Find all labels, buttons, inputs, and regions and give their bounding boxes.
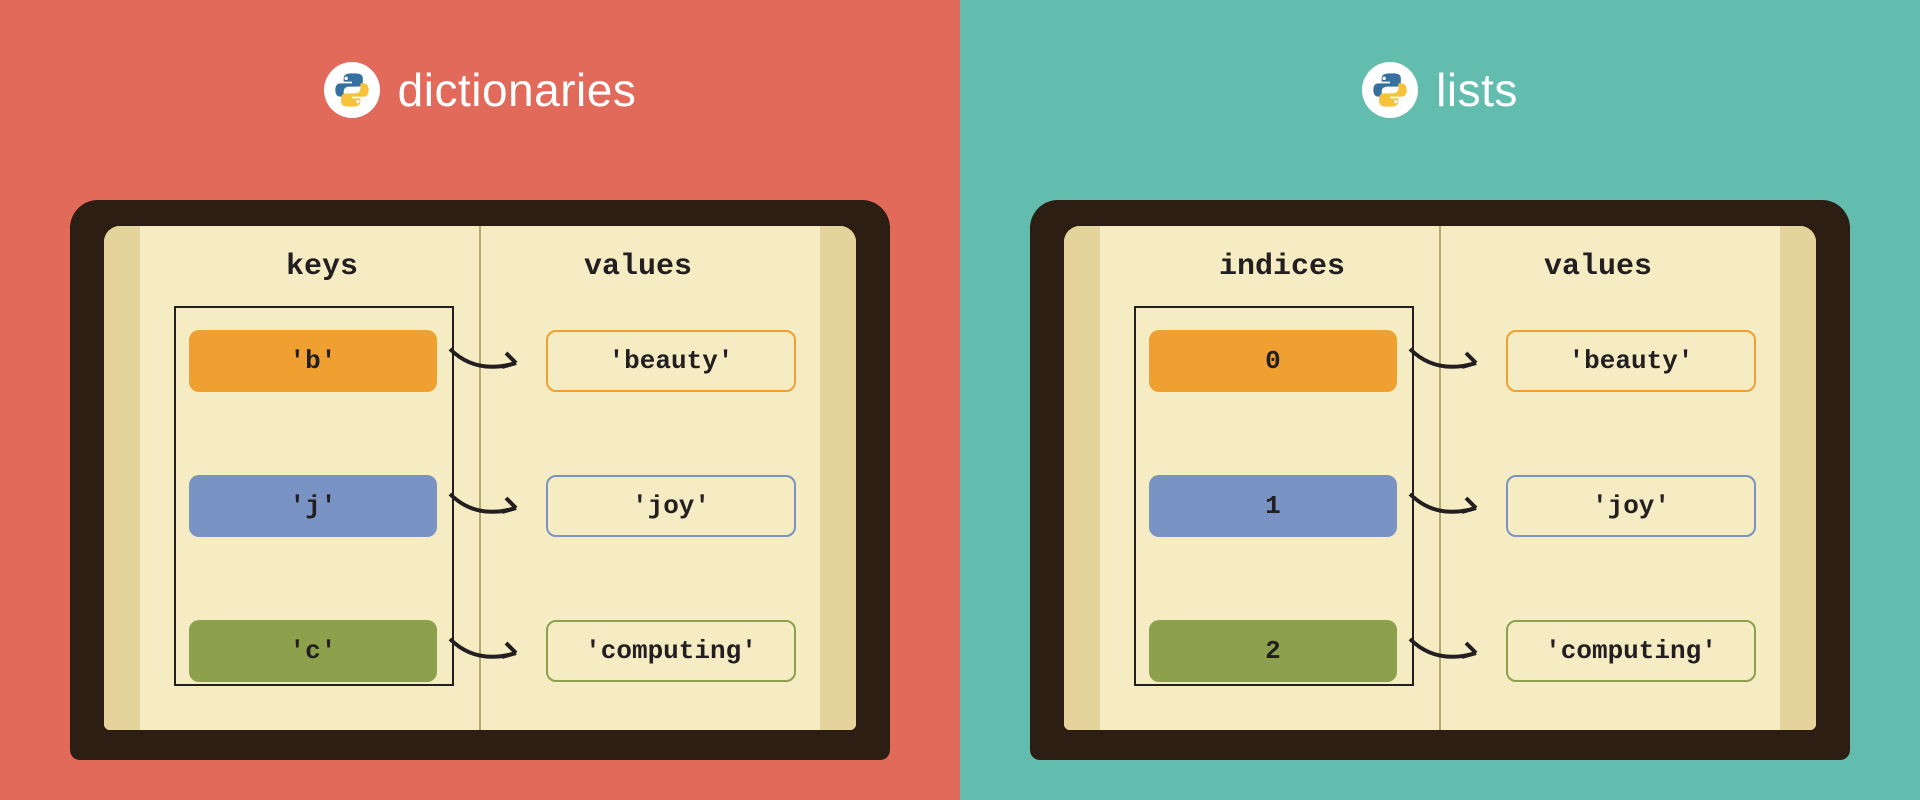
arrow-icon [1397, 631, 1506, 671]
book-illustration: keys values 'b' 'beauty' 'j' [70, 200, 890, 760]
value-chip: 'computing' [1506, 620, 1756, 682]
panel-title: dictionaries [398, 63, 637, 117]
mapping-row: 'b' 'beauty' [174, 322, 796, 400]
title-row: lists [1362, 62, 1518, 118]
column-header-values: values [1440, 250, 1756, 300]
arrow-icon [437, 341, 546, 381]
index-chip: 2 [1149, 620, 1397, 682]
key-chip: 'j' [189, 475, 437, 537]
value-chip: 'beauty' [1506, 330, 1756, 392]
index-chip: 0 [1149, 330, 1397, 392]
column-header-values: values [480, 250, 796, 300]
arrow-icon [437, 631, 546, 671]
value-chip: 'beauty' [546, 330, 796, 392]
value-chip: 'computing' [546, 620, 796, 682]
book-illustration: indices values 0 'beauty' 1 [1030, 200, 1850, 760]
diagram-root: dictionaries keys values 'b' [0, 0, 1920, 800]
python-logo-icon [1362, 62, 1418, 118]
value-chip: 'joy' [546, 475, 796, 537]
title-row: dictionaries [324, 62, 637, 118]
key-chip: 'c' [189, 620, 437, 682]
book-pages: indices values 0 'beauty' 1 [1064, 226, 1816, 730]
arrow-icon [1397, 486, 1506, 526]
mapping-row: 1 'joy' [1134, 467, 1756, 545]
mapping-row: 'j' 'joy' [174, 467, 796, 545]
panel-lists: lists indices values 0 [960, 0, 1920, 800]
arrow-icon [437, 486, 546, 526]
key-chip: 'b' [189, 330, 437, 392]
column-header-indices: indices [1124, 250, 1440, 300]
mapping-row: 'c' 'computing' [174, 612, 796, 690]
panel-title: lists [1436, 63, 1518, 117]
mapping-row: 2 'computing' [1134, 612, 1756, 690]
value-chip: 'joy' [1506, 475, 1756, 537]
column-header-keys: keys [164, 250, 480, 300]
mapping-rows: 0 'beauty' 1 'joy' 2 [1134, 322, 1756, 690]
python-logo-icon [324, 62, 380, 118]
book-pages: keys values 'b' 'beauty' 'j' [104, 226, 856, 730]
panel-dictionaries: dictionaries keys values 'b' [0, 0, 960, 800]
index-chip: 1 [1149, 475, 1397, 537]
arrow-icon [1397, 341, 1506, 381]
mapping-row: 0 'beauty' [1134, 322, 1756, 400]
mapping-rows: 'b' 'beauty' 'j' 'joy' 'c' [174, 322, 796, 690]
